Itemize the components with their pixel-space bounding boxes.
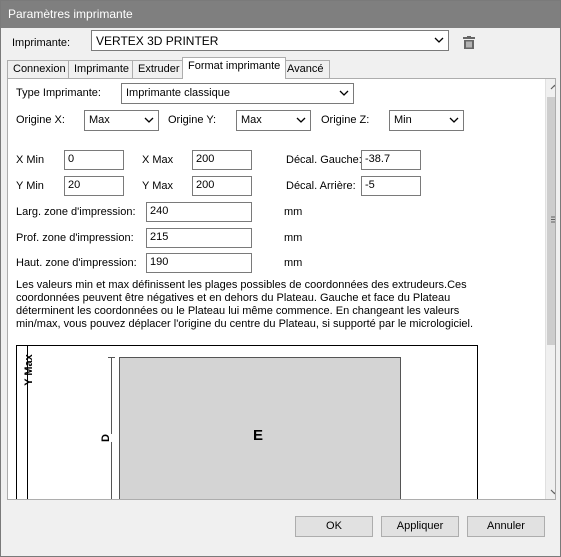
larg-label: Larg. zone d'impression: [16,206,136,218]
prof-field[interactable]: 215 [146,228,252,248]
printer-select[interactable]: VERTEX 3D PRINTER [91,30,449,51]
xmin-field[interactable]: 0 [64,150,124,170]
xmin-label: X Min [16,154,45,166]
type-label: Type Imprimante: [16,87,101,99]
scroll-up-icon[interactable] [550,83,556,92]
decal-arriere-label: Décal. Arrière: [286,180,356,192]
origin-z-label: Origine Z: [321,114,370,126]
scrollbar-thumb[interactable] [547,97,555,345]
decal-gauche-label: Décal. Gauche: [286,154,362,166]
tab-avance[interactable]: Avancé [281,60,330,78]
tab-extruder[interactable]: Extruder [132,60,186,78]
print-bed: E [119,357,401,499]
xmax-field[interactable]: 200 [192,150,252,170]
origin-z-select[interactable]: Min [389,110,464,131]
depth-dimension-line [111,357,112,499]
prof-unit: mm [284,232,303,244]
chevron-down-icon [296,117,306,123]
type-select-value: Imprimante classique [126,87,230,99]
larg-unit: mm [284,206,303,218]
trash-icon[interactable] [463,36,475,49]
depth-label: D [99,434,112,442]
haut-label: Haut. zone d'impression: [16,257,137,269]
bed-label: E [253,427,264,444]
ymax-label: Y Max [142,180,173,192]
origin-y-label: Origine Y: [168,114,217,126]
cancel-button[interactable]: Annuler [467,516,545,537]
type-select[interactable]: Imprimante classique [121,83,354,104]
format-panel: Type Imprimante: Imprimante classique Or… [7,78,556,500]
haut-unit: mm [284,257,303,269]
ymin-label: Y Min [16,180,44,192]
ymin-field[interactable]: 20 [64,176,124,196]
origin-y-select[interactable]: Max [236,110,311,131]
origin-x-label: Origine X: [16,114,65,126]
ok-button[interactable]: OK [295,516,373,537]
y-axis-line [27,346,28,499]
printer-select-value: VERTEX 3D PRINTER [96,34,219,48]
chevron-down-icon [144,117,154,123]
decal-arriere-field[interactable]: -5 [361,176,421,196]
decal-gauche-field[interactable]: -38.7 [361,150,421,170]
origin-z-value: Min [394,114,412,126]
chevron-down-icon [339,90,349,96]
xmax-label: X Max [142,154,174,166]
window-title: Paramètres imprimante [1,1,560,28]
prof-label: Prof. zone d'impression: [16,232,134,244]
apply-button[interactable]: Appliquer [381,516,459,537]
printer-label: Imprimante: [12,37,71,49]
larg-field[interactable]: 240 [146,202,252,222]
ymax-field[interactable]: 200 [192,176,252,196]
vertical-scrollbar[interactable] [545,79,556,499]
grip-icon [551,216,555,223]
origin-x-select[interactable]: Max [84,110,159,131]
origin-y-value: Max [241,114,262,126]
origin-x-value: Max [89,114,110,126]
scroll-down-icon[interactable] [550,487,556,496]
chevron-down-icon [449,117,459,123]
tab-connexion[interactable]: Connexion [7,60,72,78]
description-text: Les valeurs min et max définissent les p… [16,279,474,330]
haut-field[interactable]: 190 [146,253,252,273]
tab-imprimante[interactable]: Imprimante [68,60,136,78]
tab-format-imprimante[interactable]: Format imprimante [182,57,287,79]
printer-settings-window: Paramètres imprimante Imprimante: VERTEX… [0,0,561,557]
print-area-diagram: Y Max D E [16,345,478,499]
chevron-down-icon [434,37,444,43]
depth-dimension-tick [108,357,115,358]
ymax-axis-label: Y Max [22,354,35,386]
